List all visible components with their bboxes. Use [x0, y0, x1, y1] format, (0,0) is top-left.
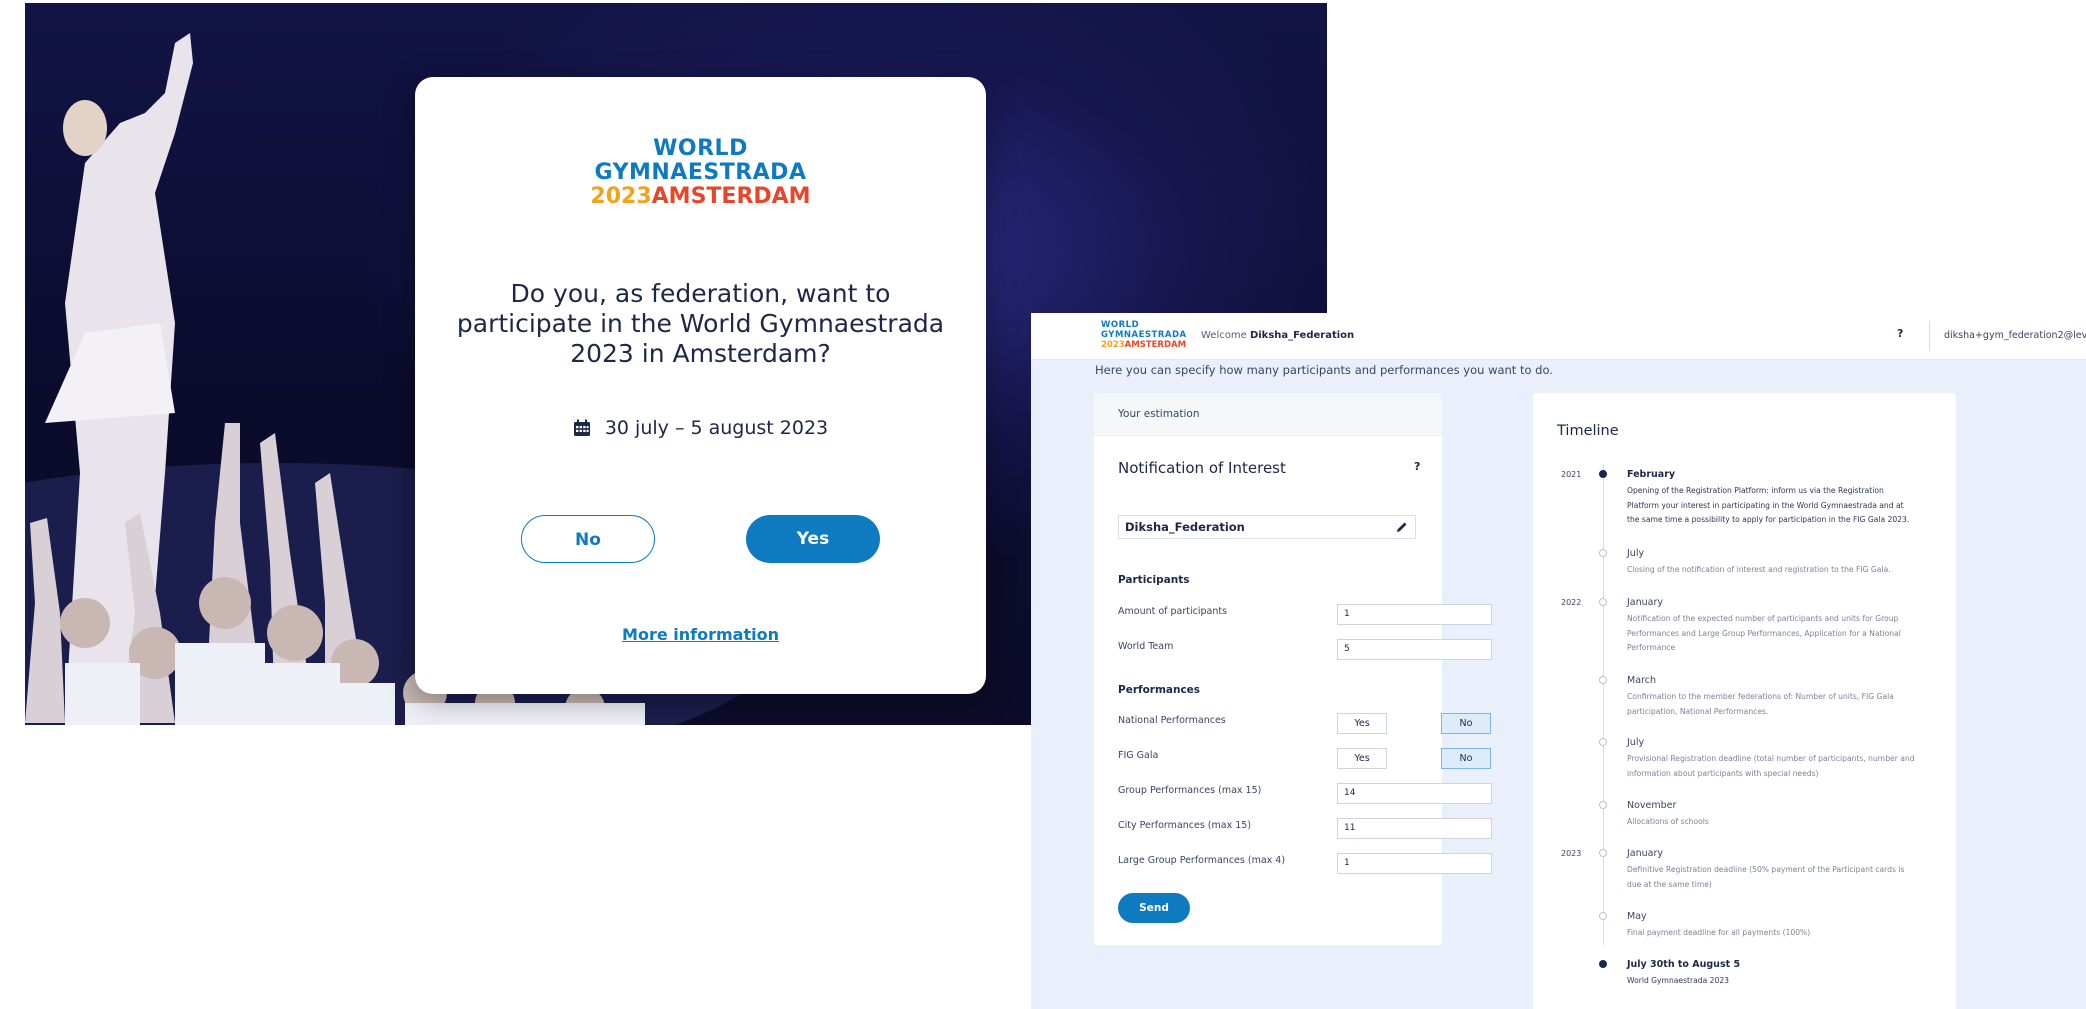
timeline-dot — [1599, 849, 1607, 857]
event-date-text: 30 july – 5 august 2023 — [604, 417, 829, 439]
timeline-dot — [1599, 912, 1607, 920]
timeline-description: Opening of the Registration Platform: in… — [1627, 486, 1910, 524]
header-logo-city: AMSTERDAM — [1124, 340, 1187, 350]
timeline-dot — [1599, 960, 1607, 968]
timeline-dot — [1599, 801, 1607, 809]
timeline-title: Timeline — [1557, 423, 1619, 439]
national-performances-label: National Performances — [1118, 715, 1226, 726]
timeline-line — [1603, 465, 1604, 945]
city-performances-label: City Performances (max 15) — [1118, 820, 1252, 831]
send-button[interactable]: Send — [1118, 893, 1190, 923]
no-button[interactable]: No — [521, 515, 655, 563]
timeline-year: 2021 — [1561, 470, 1582, 479]
pencil-icon[interactable] — [1396, 521, 1408, 533]
fig-gala-yes-toggle[interactable]: Yes — [1337, 748, 1387, 769]
logo-line-world: WORLD — [653, 136, 748, 161]
timeline-year: 2022 — [1561, 598, 1582, 607]
logo-line-gymnaestrada: GYMNAESTRADA — [594, 160, 807, 185]
national-performances-yes-toggle[interactable]: Yes — [1337, 713, 1387, 734]
national-performances-no-toggle[interactable]: No — [1441, 713, 1491, 734]
fig-gala-label: FIG Gala — [1118, 750, 1159, 761]
timeline-dot — [1599, 598, 1607, 606]
logo-line-city: 2023AMSTERDAM — [415, 185, 986, 209]
header-logo[interactable]: WORLD GYMNAESTRADA 2023AMSTERDAM — [1101, 320, 1187, 350]
timeline-description: Confirmation to the member federations o… — [1627, 692, 1894, 716]
participants-amount-label: Amount of participants — [1118, 606, 1228, 617]
timeline-heading: July — [1627, 737, 1645, 748]
timeline-heading: March — [1627, 675, 1656, 686]
large-group-performances-label: Large Group Performances (max 4) — [1118, 855, 1286, 866]
intro-text: Here you can specify how many participan… — [1095, 363, 1553, 377]
fig-gala-no-toggle[interactable]: No — [1441, 748, 1491, 769]
large-group-performances-input[interactable]: 1 — [1337, 853, 1492, 874]
participants-heading: Participants — [1118, 574, 1190, 586]
header-logo-year: 2023 — [1101, 340, 1125, 350]
timeline-dot — [1599, 676, 1607, 684]
top-bar: WORLD GYMNAESTRADA 2023AMSTERDAM Welcome… — [1031, 313, 2086, 360]
timeline-dot — [1599, 470, 1607, 478]
world-team-input[interactable]: 5 — [1337, 639, 1492, 660]
gymnaestrada-logo: WORLD GYMNAESTRADA 2023AMSTERDAM — [415, 137, 986, 209]
calendar-icon — [573, 419, 590, 436]
estimation-card: Your estimation Notification of Interest… — [1094, 393, 1492, 945]
performances-heading: Performances — [1118, 684, 1201, 696]
group-performances-input[interactable]: 14 — [1337, 783, 1492, 804]
timeline-dot — [1599, 549, 1607, 557]
timeline-heading: July 30th to August 5 — [1627, 959, 1741, 970]
notification-help-icon[interactable]: ? — [1414, 460, 1420, 473]
help-button[interactable]: ? — [1897, 327, 1903, 340]
federation-name-field[interactable]: Diksha_Federation — [1118, 515, 1416, 539]
timeline-dot — [1599, 738, 1607, 746]
city-performances-input[interactable]: 11 — [1337, 818, 1492, 839]
header-divider — [1929, 321, 1930, 351]
federation-name-value: Diksha_Federation — [1125, 520, 1245, 534]
header-logo-line-gymnaestrada: GYMNAESTRADA — [1101, 330, 1187, 340]
header-logo-line-city: 2023AMSTERDAM — [1101, 340, 1187, 350]
more-information-link[interactable]: More information — [415, 625, 986, 644]
timeline-description: Notification of the expected number of p… — [1627, 614, 1901, 652]
timeline-heading: May — [1627, 911, 1647, 922]
timeline-heading: January — [1627, 848, 1664, 859]
timeline-description: Provisional Registration deadline (total… — [1627, 754, 1915, 778]
user-email[interactable]: diksha+gym_federation2@levarne.c — [1944, 330, 2086, 341]
timeline-heading: January — [1627, 597, 1664, 608]
modal-question: Do you, as federation, want to participa… — [456, 279, 945, 368]
timeline-description: World Gymnaestrada 2023 — [1627, 976, 1730, 985]
welcome-username: Diksha_Federation — [1249, 330, 1355, 341]
logo-city: AMSTERDAM — [651, 184, 811, 209]
yes-button[interactable]: Yes — [746, 515, 880, 563]
participation-modal: WORLD GYMNAESTRADA 2023AMSTERDAM Do you,… — [415, 77, 986, 694]
timeline-heading: February — [1627, 469, 1676, 480]
header-logo-line-world: WORLD — [1101, 320, 1140, 330]
welcome-text: Welcome Diksha_Federation — [1201, 330, 1354, 341]
registration-app: WORLD GYMNAESTRADA 2023AMSTERDAM Welcome… — [1031, 313, 2086, 1009]
timeline-description: Allocations of schools — [1627, 817, 1709, 826]
notification-of-interest-title: Notification of Interest — [1118, 459, 1286, 477]
estimation-card-header: Your estimation — [1094, 393, 1442, 436]
welcome-prefix: Welcome — [1201, 330, 1247, 341]
timeline-description: Final payment deadline for all payments … — [1627, 928, 1811, 937]
timeline-description: Closing of the notification of interest … — [1627, 565, 1891, 574]
participants-amount-input[interactable]: 1 — [1337, 604, 1492, 625]
timeline-heading: November — [1627, 800, 1677, 811]
group-performances-label: Group Performances (max 15) — [1118, 785, 1262, 796]
logo-year: 2023 — [590, 184, 652, 209]
timeline-year: 2023 — [1561, 849, 1582, 858]
timeline-card: Timeline 2021 February Opening of the Re… — [1533, 393, 1956, 1009]
event-date: 30 july – 5 august 2023 — [415, 417, 986, 439]
timeline-description: Definitive Registration deadline (50% pa… — [1627, 865, 1905, 889]
timeline-heading: July — [1627, 548, 1645, 559]
world-team-label: World Team — [1118, 641, 1174, 652]
